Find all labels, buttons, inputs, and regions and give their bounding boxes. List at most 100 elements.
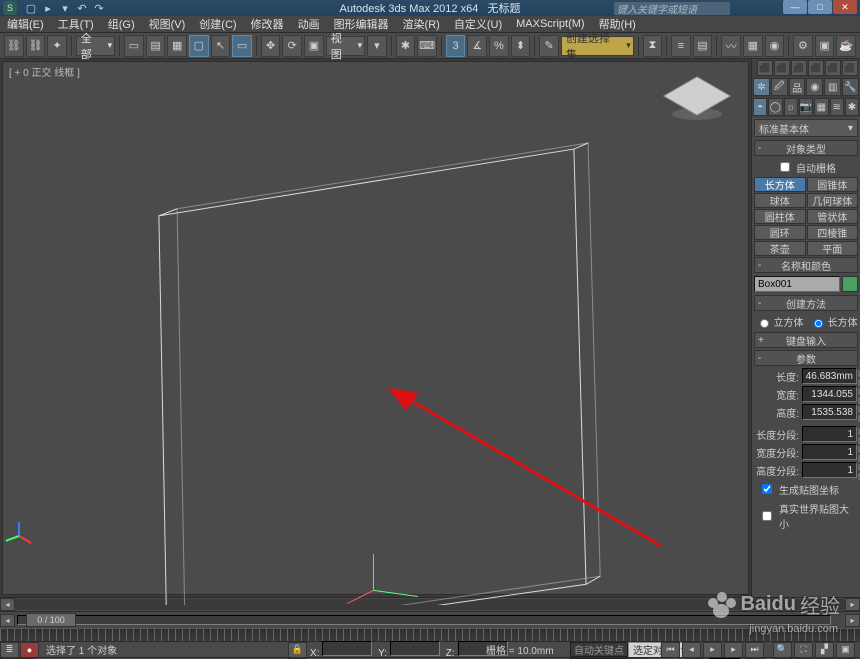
qat-undo-icon[interactable]: ↶ — [75, 1, 89, 15]
angle-snap-icon[interactable]: ∡ — [467, 35, 487, 57]
menu-edit[interactable]: 编辑(E) — [0, 16, 51, 32]
select-icon[interactable]: ▭ — [124, 35, 144, 57]
obj-cone-button[interactable]: 圆锥体 — [807, 177, 859, 192]
filter-combo[interactable]: 全部 — [76, 36, 115, 56]
select-object-icon[interactable]: ↖ — [211, 35, 231, 57]
qat-save-icon[interactable]: ▾ — [58, 1, 72, 15]
create-tab[interactable]: ✲ — [753, 78, 770, 96]
fov-icon[interactable]: ▞ — [815, 642, 834, 658]
radio-cube[interactable] — [760, 319, 769, 328]
link-icon[interactable]: ⛓ — [4, 35, 24, 57]
autokey-button[interactable]: 自动关键点 — [570, 642, 628, 657]
edit-selection-set-icon[interactable]: ✎ — [539, 35, 559, 57]
object-name-input[interactable]: Box001 — [754, 276, 840, 292]
close-button[interactable]: ✕ — [833, 0, 857, 14]
rollout-keyboard-entry[interactable]: +键盘输入 — [754, 332, 858, 348]
scroll-right-icon[interactable]: ▸ — [845, 598, 860, 611]
qat-open-icon[interactable]: ▸ — [41, 1, 55, 15]
autogrid-checkbox[interactable] — [780, 162, 790, 172]
obj-cylinder-button[interactable]: 圆柱体 — [754, 209, 806, 224]
curve-editor-icon[interactable]: 〰 — [721, 35, 741, 57]
restore-button[interactable]: □ — [808, 0, 832, 14]
x-coord-input[interactable] — [322, 641, 372, 656]
rollout-name-color[interactable]: -名称和颜色 — [754, 257, 858, 273]
object-color-swatch[interactable] — [842, 276, 858, 292]
mirror-icon[interactable]: ⧗ — [643, 35, 663, 57]
help-search-input[interactable]: 键入关键字或短语 — [614, 2, 730, 15]
obj-box-button[interactable]: 长方体 — [754, 177, 806, 192]
pivot-icon[interactable]: ▾ — [367, 35, 387, 57]
time-prev-icon[interactable]: ◂ — [0, 614, 15, 627]
select-region-rect-icon[interactable]: ▭ — [232, 35, 252, 57]
goto-start-icon[interactable]: ⏮ — [661, 642, 680, 658]
wseg-spinner[interactable]: 1▴▾ — [802, 444, 857, 460]
prev-frame-icon[interactable]: ◂ — [682, 642, 701, 658]
qat-redo-icon[interactable]: ↷ — [92, 1, 106, 15]
viewport[interactable]: [ + 0 正交 线框 ] — [2, 61, 749, 595]
qat-new-icon[interactable]: ▢ — [24, 1, 38, 15]
helpers-cat-icon[interactable]: ▦ — [814, 98, 828, 116]
viewcube[interactable] — [678, 77, 716, 115]
rollout-parameters[interactable]: -参数 — [754, 350, 858, 366]
select-region-cross-icon[interactable]: ▦ — [167, 35, 187, 57]
menu-create[interactable]: 创建(C) — [192, 16, 243, 32]
primitive-type-combo[interactable]: 标准基本体▾ — [754, 119, 858, 137]
minimize-button[interactable]: ― — [783, 0, 807, 14]
obj-geosphere-button[interactable]: 几何球体 — [807, 193, 859, 208]
utilities-tab[interactable]: 🔧 — [842, 78, 859, 96]
obj-torus-button[interactable]: 圆环 — [754, 225, 806, 240]
render-setup-icon[interactable]: ⚙ — [793, 35, 813, 57]
trackbar[interactable] — [0, 628, 860, 641]
width-spinner[interactable]: 1344.055▴▾ — [802, 386, 857, 402]
material-editor-icon[interactable]: ◉ — [765, 35, 785, 57]
script-listener-button[interactable]: ≣ — [0, 642, 19, 658]
obj-plane-button[interactable]: 平面 — [807, 241, 859, 256]
rollout-object-type[interactable]: -对象类型 — [754, 140, 858, 156]
select-region-window-icon[interactable]: ▢ — [189, 35, 209, 57]
obj-teapot-button[interactable]: 茶壶 — [754, 241, 806, 256]
select-name-icon[interactable]: ▤ — [146, 35, 166, 57]
scale-icon[interactable]: ▣ — [304, 35, 324, 57]
spacewarps-cat-icon[interactable]: ≋ — [830, 98, 844, 116]
height-spinner[interactable]: 1535.538▴▾ — [802, 404, 857, 420]
axis-icon[interactable]: ⬛ — [842, 60, 858, 76]
modify-tab[interactable]: 🖉 — [771, 78, 788, 96]
time-slider-handle[interactable]: 0 / 100 — [26, 613, 76, 627]
graphite-icon[interactable]: ⬛ — [757, 60, 773, 76]
goto-end-icon[interactable]: ⏭ — [745, 642, 764, 658]
menu-group[interactable]: 组(G) — [101, 16, 142, 32]
obj-tube-button[interactable]: 管状体 — [807, 209, 859, 224]
menu-animation[interactable]: 动画 — [291, 16, 327, 32]
obj-sphere-button[interactable]: 球体 — [754, 193, 806, 208]
obj-pyramid-button[interactable]: 四棱锥 — [807, 225, 859, 240]
menu-views[interactable]: 视图(V) — [142, 16, 193, 32]
layers-icon[interactable]: ▤ — [693, 35, 713, 57]
radio-box[interactable] — [814, 319, 823, 328]
render-icon[interactable]: ☕ — [836, 35, 856, 57]
move-icon[interactable]: ✥ — [261, 35, 281, 57]
unlink-icon[interactable]: ⛓ — [26, 35, 46, 57]
menu-maxscript[interactable]: MAXScript(M) — [509, 18, 591, 30]
geometry-cat-icon[interactable]: ◓ — [753, 98, 767, 116]
keyboard-shortcut-icon[interactable]: ⌨ — [417, 35, 437, 57]
named-selection-combo[interactable]: 创建选择集 — [561, 36, 634, 56]
render-frame-icon[interactable]: ▣ — [815, 35, 835, 57]
play-icon[interactable]: ▸ — [703, 642, 722, 658]
zoom-icon[interactable]: 🔍 — [773, 642, 792, 658]
extras-icon[interactable]: ⬛ — [808, 60, 824, 76]
lock-selection-icon[interactable]: 🔒 — [288, 642, 307, 658]
zoom-extents-icon[interactable]: ▣ — [836, 642, 855, 658]
schematic-icon[interactable]: ▦ — [743, 35, 763, 57]
hierarchy-tab[interactable]: 品 — [789, 78, 806, 96]
systems-cat-icon[interactable]: ✱ — [845, 98, 859, 116]
rollout-creation-method[interactable]: -创建方法 — [754, 295, 858, 311]
display-tab[interactable]: ▥ — [824, 78, 841, 96]
reactor-icon[interactable]: ⬛ — [774, 60, 790, 76]
menu-customize[interactable]: 自定义(U) — [447, 16, 509, 32]
realworld-checkbox[interactable] — [762, 511, 772, 521]
align-icon[interactable]: ≡ — [671, 35, 691, 57]
genmap-checkbox[interactable] — [762, 484, 772, 494]
bind-icon[interactable]: ✦ — [47, 35, 67, 57]
cameras-cat-icon[interactable]: 📷 — [799, 98, 813, 116]
length-spinner[interactable]: 46.683mm▴▾ — [802, 368, 857, 384]
